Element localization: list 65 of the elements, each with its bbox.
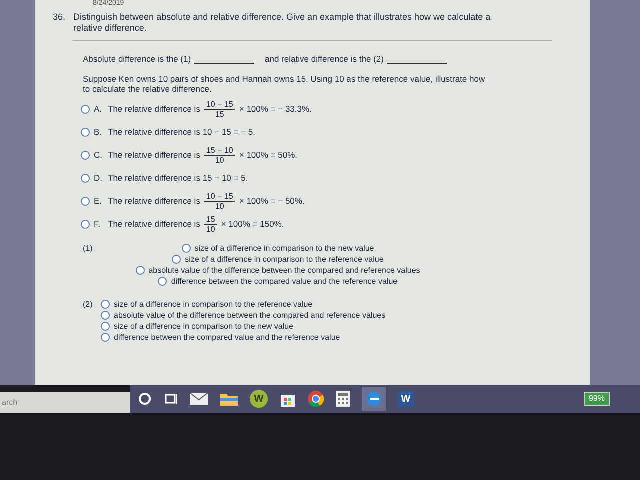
fill-in-line[interactable] bbox=[386, 62, 447, 64]
radio-button[interactable] bbox=[81, 128, 90, 138]
denominator: 15 bbox=[215, 110, 224, 120]
radio-button[interactable] bbox=[101, 322, 110, 331]
circle-icon[interactable] bbox=[138, 392, 152, 406]
choice-text: The relative difference is bbox=[108, 195, 200, 208]
denominator: 10 bbox=[215, 156, 224, 166]
browser-icon[interactable] bbox=[366, 391, 382, 407]
radio-button[interactable] bbox=[158, 276, 168, 286]
blank-label: (2) bbox=[83, 298, 94, 311]
denominator: 10 bbox=[206, 225, 216, 234]
choice-letter: C. bbox=[94, 149, 104, 162]
choice-text: × 100% = − 33.3%. bbox=[239, 103, 312, 116]
numerator: 15 − 10 bbox=[205, 146, 234, 156]
browser-icon[interactable] bbox=[308, 391, 324, 407]
battery-indicator: 99% bbox=[584, 392, 610, 406]
scenario-text: Suppose Ken owns 10 pairs of shoes and Hannah owns 15. Using 10 as the reference value, illustrate how to calculate the relative difference. bbox=[83, 74, 486, 94]
task-view-icon[interactable] bbox=[164, 393, 178, 405]
choice-text: × 100% = 50%. bbox=[239, 149, 298, 162]
choice-text: × 100% = − 50%. bbox=[239, 195, 305, 208]
radio-button[interactable] bbox=[101, 300, 110, 309]
answer-option[interactable]: size of a difference in comparison to the reference value bbox=[101, 298, 386, 310]
radio-button[interactable] bbox=[81, 151, 90, 160]
radio-button[interactable] bbox=[101, 310, 110, 320]
question-text: Distinguish between absolute and relative difference. Give an example that illustrates how we calculate a relative difference. bbox=[74, 12, 492, 34]
answer-option[interactable]: difference between the compared value and the reference value bbox=[101, 332, 386, 343]
numerator: 15 bbox=[205, 215, 216, 224]
choice-letter: E. bbox=[94, 195, 104, 208]
question-number: 36. bbox=[53, 12, 66, 24]
answer-option[interactable]: size of a difference in comparison to the new value bbox=[182, 242, 374, 254]
radio-button[interactable] bbox=[81, 197, 90, 206]
numerator: 10 − 15 bbox=[205, 100, 234, 110]
radio-button[interactable] bbox=[101, 332, 110, 342]
answer-option[interactable]: size of a difference in comparison to the reference value bbox=[172, 254, 384, 265]
choice-text: The relative difference is 10 − 15 = − 5. bbox=[108, 126, 256, 140]
choice-letter: B. bbox=[94, 126, 104, 140]
answer-option[interactable]: size of a difference in comparison to the new value bbox=[101, 320, 386, 332]
mail-icon[interactable] bbox=[190, 393, 208, 405]
choice-letter: F. bbox=[94, 218, 102, 232]
radio-button[interactable] bbox=[81, 220, 90, 230]
choice-text: The relative difference is bbox=[108, 103, 200, 116]
choice-letter: A. bbox=[94, 103, 104, 116]
choice-text: The relative difference is 15 − 10 = 5. bbox=[108, 172, 248, 186]
calculator-icon[interactable] bbox=[336, 391, 350, 407]
radio-button[interactable] bbox=[172, 254, 182, 264]
radio-button[interactable] bbox=[136, 266, 145, 275]
app-icon[interactable]: W bbox=[250, 390, 268, 408]
fill-in-line[interactable] bbox=[194, 62, 254, 64]
choice-text: The relative difference is bbox=[108, 149, 200, 162]
choice-text: The relative difference is bbox=[108, 218, 200, 232]
folder-icon[interactable] bbox=[220, 392, 238, 406]
answer-option[interactable]: absolute value of the difference between the compared and reference values bbox=[136, 264, 420, 276]
radio-button[interactable] bbox=[81, 105, 90, 114]
prompt-text: and relative difference is the (2) bbox=[265, 53, 384, 66]
choice-letter: D. bbox=[94, 172, 104, 186]
choice-text: × 100% = 150%. bbox=[221, 218, 284, 232]
radio-button[interactable] bbox=[81, 174, 90, 184]
prompt-text: Absolute difference is the (1) bbox=[83, 53, 192, 66]
answer-option[interactable]: absolute value of the difference between the compared and reference values bbox=[101, 310, 386, 321]
denominator: 10 bbox=[215, 202, 224, 212]
answer-option[interactable]: difference between the compared value and the reference value bbox=[158, 276, 398, 287]
document-app-icon[interactable]: W bbox=[398, 391, 414, 407]
numerator: 10 − 15 bbox=[205, 192, 234, 202]
radio-button[interactable] bbox=[182, 244, 191, 253]
blank-label: (1) bbox=[83, 242, 94, 255]
